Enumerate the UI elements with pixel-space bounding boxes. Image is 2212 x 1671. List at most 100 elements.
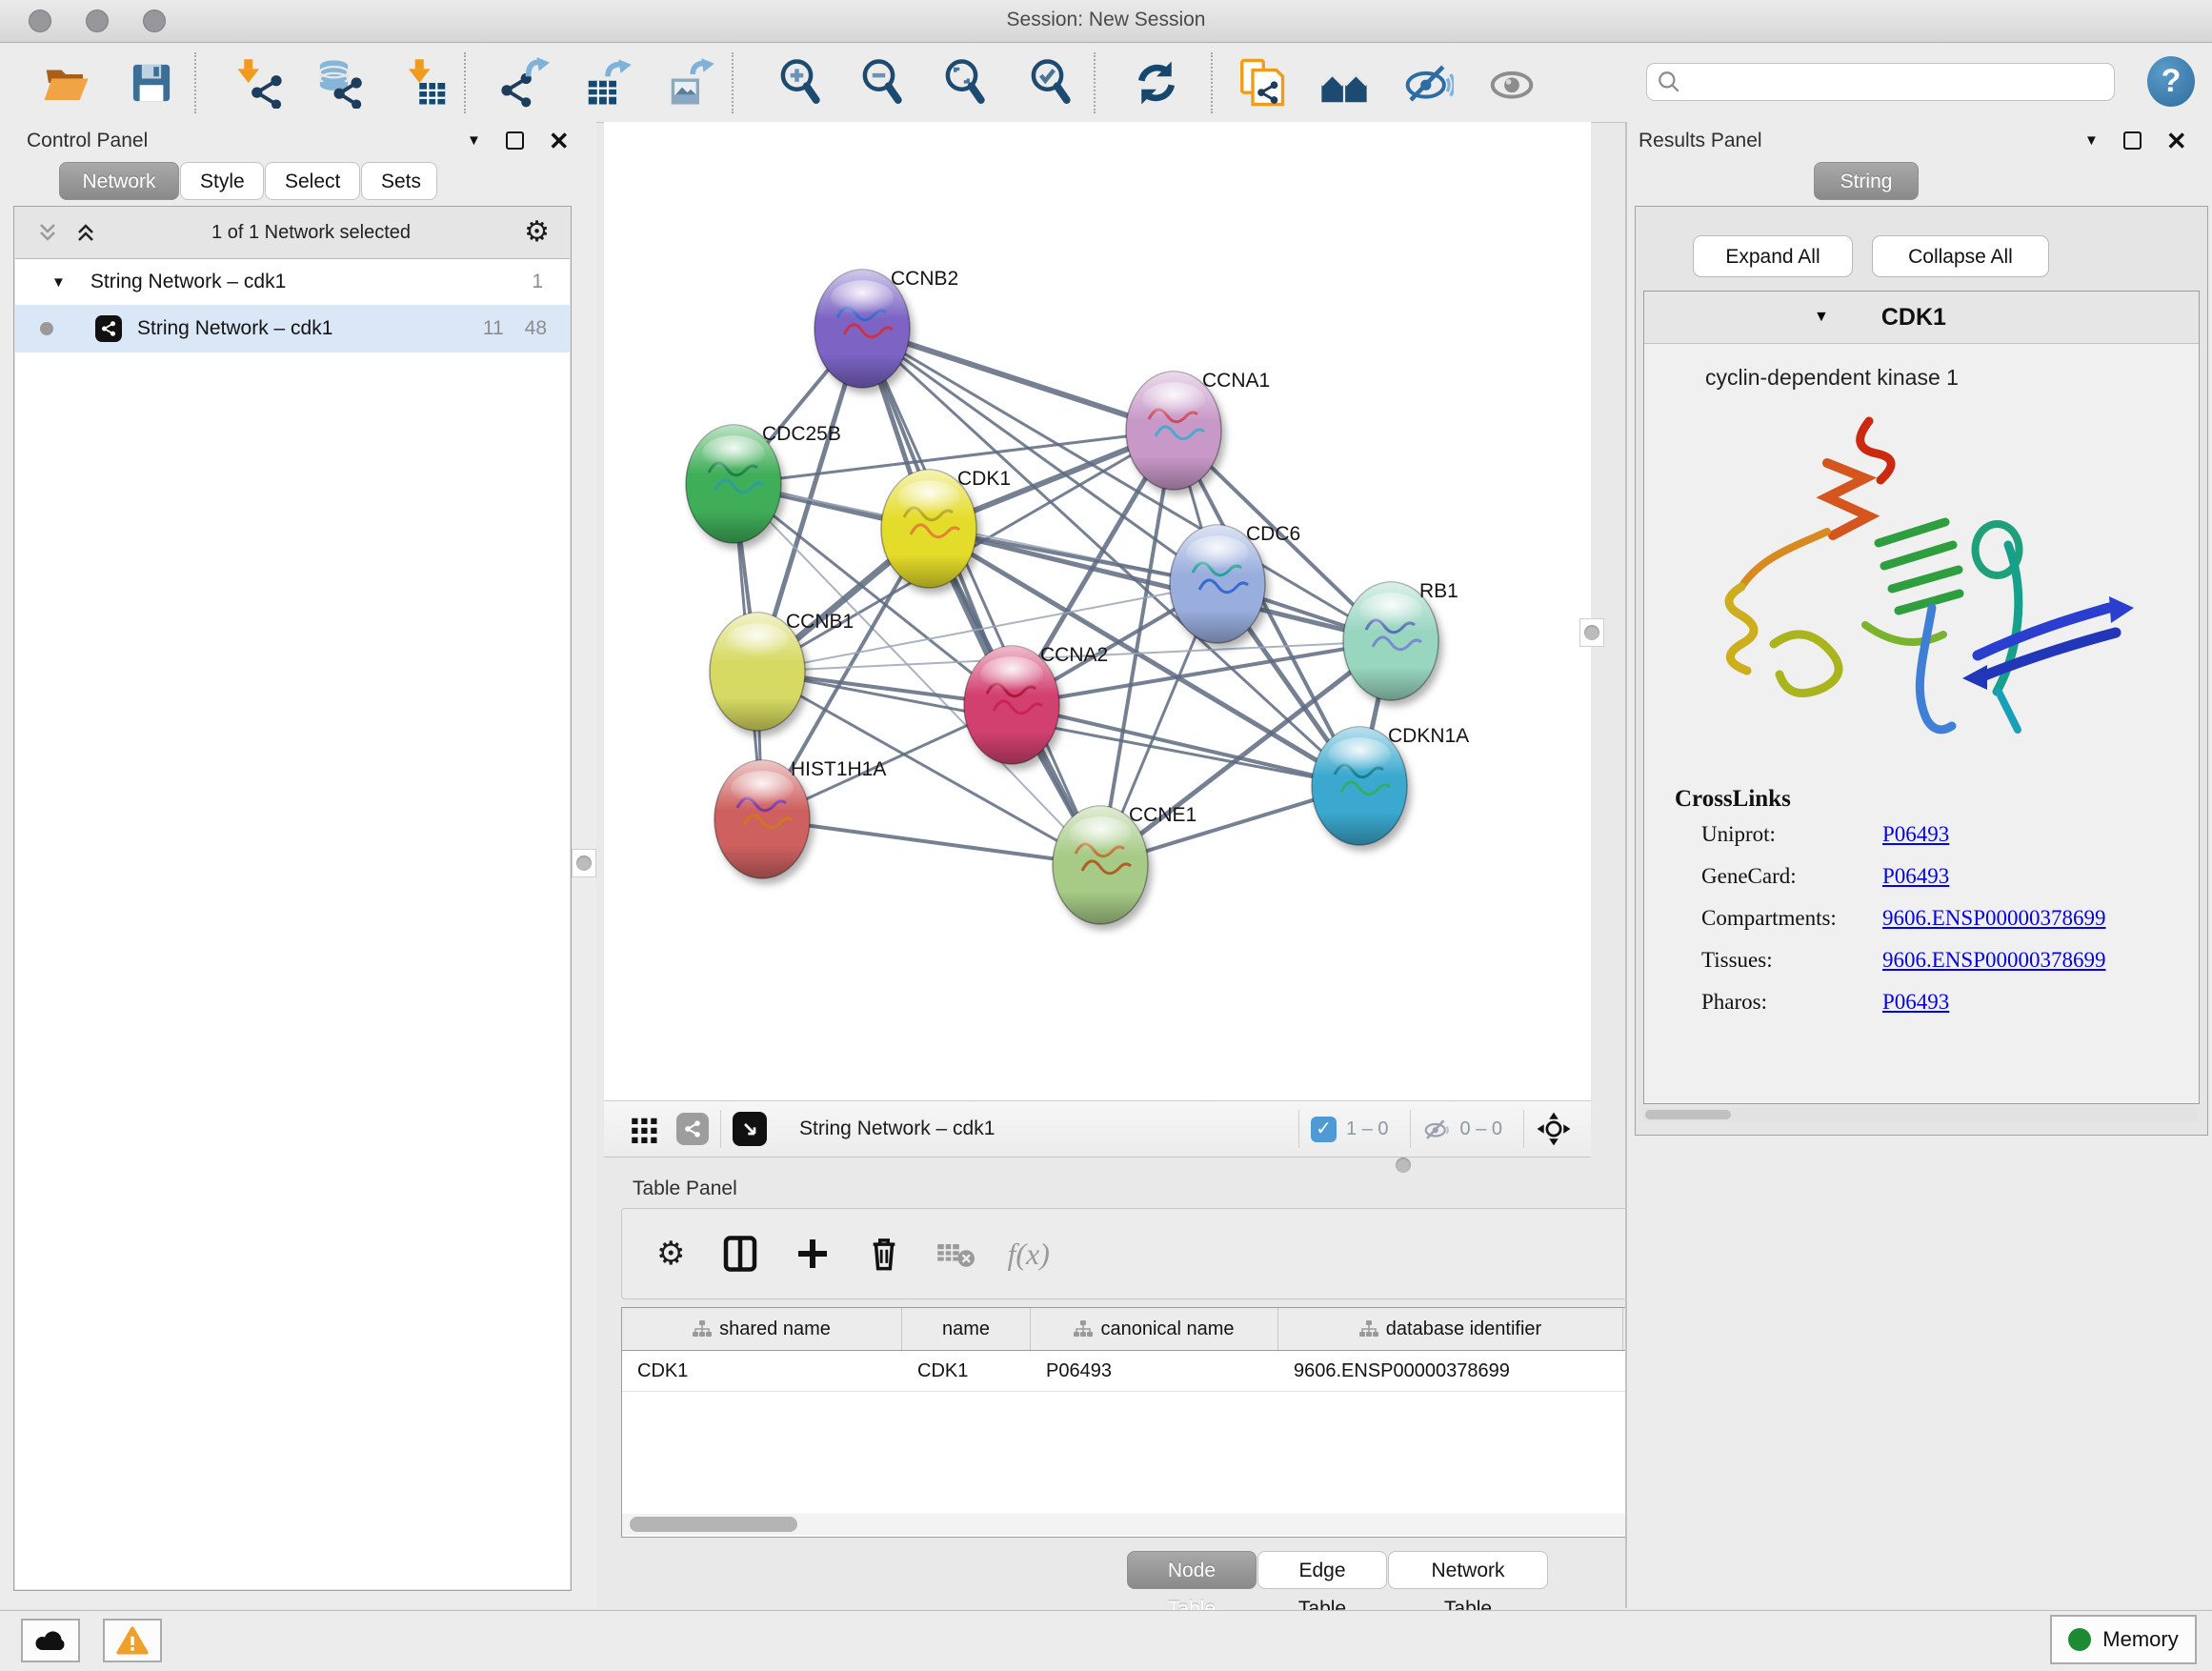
search-input[interactable] — [1681, 70, 2114, 94]
column-header-database-identifier[interactable]: database identifier — [1278, 1308, 1623, 1350]
table-cell[interactable]: 9606.ENSP00000378699 — [1278, 1351, 1623, 1391]
export-network-icon[interactable] — [498, 57, 550, 109]
float-panel-icon[interactable] — [2123, 131, 2142, 150]
refresh-view-icon[interactable] — [1131, 57, 1182, 109]
table-settings-gear-icon[interactable]: ⚙ — [656, 1239, 685, 1268]
open-in-window-icon[interactable] — [733, 1112, 767, 1146]
add-column-icon[interactable] — [795, 1237, 830, 1271]
float-panel-icon[interactable] — [506, 131, 524, 150]
edge-CCNA2-CDKN1A[interactable] — [1012, 705, 1359, 786]
tab-style[interactable]: Style — [180, 162, 264, 200]
zoom-in-icon[interactable] — [775, 57, 827, 109]
results-scrollbar[interactable] — [1643, 1108, 2198, 1121]
network-canvas[interactable]: CCNB2CCNA1CDC25BCDK1CDC6RB1CCNB1CCNA2CDK… — [604, 122, 1591, 1100]
network-collection-row[interactable]: ▼ String Network – cdk1 1 — [15, 259, 570, 305]
network-tree-panel: 1 of 1 Network selected ⚙ ▼ String Netwo… — [13, 206, 572, 1591]
tab-edge-table[interactable]: Edge Table — [1257, 1551, 1387, 1589]
network-graph[interactable]: CCNB2CCNA1CDC25BCDK1CDC6RB1CCNB1CCNA2CDK… — [604, 122, 1591, 1100]
crosslink-value-link[interactable]: P06493 — [1882, 822, 1949, 847]
network-view-type-icon[interactable] — [676, 1113, 709, 1145]
navigator-crosshair-icon[interactable] — [1536, 1111, 1572, 1147]
tab-node-table[interactable]: Node Table — [1127, 1551, 1257, 1589]
collapse-all-icon[interactable] — [35, 221, 60, 244]
export-table-icon[interactable] — [582, 57, 633, 109]
toolbar-separator — [1094, 52, 1096, 113]
cloud-button[interactable] — [21, 1619, 80, 1662]
column-header-name[interactable]: name — [902, 1308, 1031, 1350]
selection-status: 1 of 1 Network selected — [98, 222, 524, 244]
save-session-icon[interactable] — [126, 57, 177, 109]
crosslink-value-link[interactable]: 9606.ENSP00000378699 — [1882, 948, 2106, 973]
hide-selected-icon[interactable] — [1402, 57, 1454, 109]
tab-string[interactable]: String — [1814, 162, 1919, 200]
show-all-networks-icon[interactable] — [1318, 57, 1370, 109]
scrollbar-thumb[interactable] — [630, 1517, 797, 1532]
zoom-selected-icon[interactable] — [1026, 57, 1077, 109]
warnings-button[interactable] — [103, 1619, 162, 1662]
collapse-panel-icon[interactable]: ▼ — [467, 132, 481, 149]
open-session-icon[interactable] — [40, 57, 91, 109]
footer-separator — [1298, 1110, 1299, 1148]
toolbar-separator — [1211, 52, 1213, 113]
import-network-database-icon[interactable] — [312, 57, 364, 109]
import-table-icon[interactable] — [400, 57, 452, 109]
show-hidden-icon[interactable] — [1486, 57, 1538, 109]
entry-expander-icon[interactable]: ▼ — [1814, 309, 1829, 326]
results-panel: Results Panel ▼ ✕ String Expand All Coll… — [1625, 122, 2212, 1608]
table-cell[interactable]: CDK1 — [902, 1351, 1031, 1391]
bottom-splitter-grip[interactable] — [1396, 1158, 1411, 1173]
table-cell[interactable]: CDK1 — [622, 1351, 902, 1391]
edge-HIST1H1A-CCNE1[interactable] — [762, 819, 1100, 865]
show-columns-icon[interactable] — [723, 1235, 757, 1273]
tab-sets[interactable]: Sets — [361, 162, 437, 200]
collection-count: 1 — [532, 271, 543, 293]
help-button[interactable]: ? — [2147, 56, 2195, 107]
search-box[interactable] — [1646, 63, 2115, 101]
function-builder-icon[interactable]: f(x) — [1007, 1237, 1049, 1272]
memory-button[interactable]: Memory — [2050, 1615, 2197, 1664]
node-label-CDK1: CDK1 — [957, 468, 1011, 490]
edge-CCNB2-CCNE1[interactable] — [862, 329, 1100, 865]
control-panel-title: Control Panel — [27, 130, 148, 152]
crosslink-label: Pharos: — [1701, 990, 1882, 1015]
export-image-icon[interactable] — [665, 57, 716, 109]
expand-all-icon[interactable] — [73, 221, 98, 244]
network-row[interactable]: String Network – cdk1 11 48 — [15, 305, 570, 352]
crosslink-value-link[interactable]: 9606.ENSP00000378699 — [1882, 906, 2106, 931]
status-bar: Memory — [0, 1610, 2212, 1671]
close-panel-icon[interactable]: ✕ — [549, 132, 570, 150]
title-bar: Session: New Session — [0, 0, 2212, 43]
tab-network[interactable]: Network — [59, 162, 179, 200]
right-splitter-grip[interactable] — [1579, 618, 1604, 647]
zoom-fit-icon[interactable] — [940, 57, 992, 109]
edge-CDK1-RB1[interactable] — [929, 529, 1391, 641]
left-splitter-grip[interactable] — [572, 849, 596, 877]
tree-expander-icon[interactable]: ▼ — [51, 274, 66, 291]
column-header-shared-name[interactable]: shared name — [622, 1308, 902, 1350]
tab-select[interactable]: Select — [265, 162, 360, 200]
delete-table-icon[interactable] — [936, 1239, 975, 1268]
gear-icon[interactable]: ⚙ — [524, 218, 550, 247]
column-header-canonical-name[interactable]: canonical name — [1031, 1308, 1278, 1350]
crosslink-value-link[interactable]: P06493 — [1882, 990, 1949, 1015]
selected-checkbox-icon[interactable]: ✓ — [1311, 1117, 1337, 1142]
table-cell[interactable]: P06493 — [1031, 1351, 1278, 1391]
expand-all-button[interactable]: Expand All — [1693, 235, 1853, 277]
collapse-all-button[interactable]: Collapse All — [1872, 235, 2049, 277]
close-panel-icon[interactable]: ✕ — [2166, 132, 2187, 150]
protein-structure-image — [1682, 404, 2159, 775]
crosslink-row: GeneCard:P06493 — [1701, 864, 2199, 889]
copy-network-icon[interactable] — [1236, 57, 1287, 109]
tab-network-table[interactable]: Network Table — [1388, 1551, 1548, 1589]
zoom-out-icon[interactable] — [857, 57, 909, 109]
entry-header[interactable]: ▼ CDK1 — [1644, 292, 2199, 344]
delete-column-icon[interactable] — [868, 1235, 900, 1273]
hidden-eye-icon[interactable] — [1422, 1117, 1451, 1141]
import-network-file-icon[interactable] — [233, 57, 285, 109]
column-header-label: name — [942, 1319, 990, 1340]
crosslink-value-link[interactable]: P06493 — [1882, 864, 1949, 889]
scrollbar-thumb[interactable] — [1645, 1110, 1731, 1119]
collapse-panel-icon[interactable]: ▼ — [2084, 132, 2099, 149]
grid-view-icon[interactable] — [631, 1115, 659, 1143]
warning-icon — [116, 1625, 149, 1656]
